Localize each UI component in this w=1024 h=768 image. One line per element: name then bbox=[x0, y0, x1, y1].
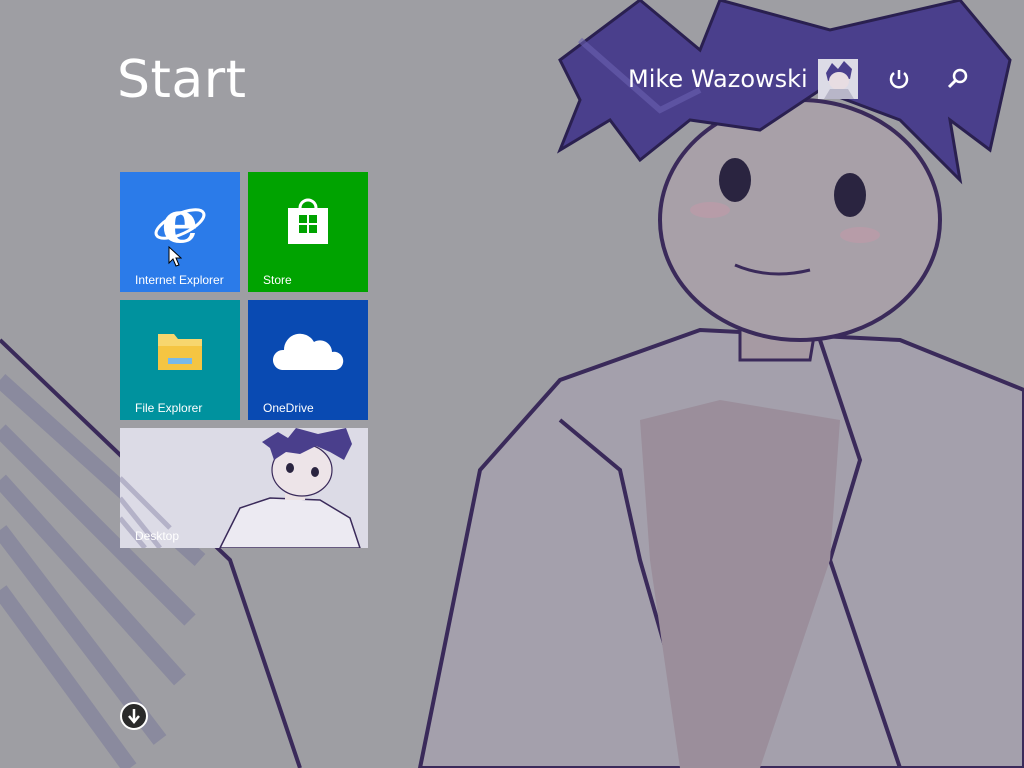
user-avatar bbox=[817, 59, 858, 99]
cloud-icon bbox=[272, 333, 344, 370]
tile-label: Store bbox=[263, 273, 292, 287]
tile-file-explorer[interactable]: File Explorer bbox=[120, 300, 240, 420]
tile-label: File Explorer bbox=[135, 401, 203, 415]
tile-desktop[interactable]: Desktop bbox=[120, 428, 368, 548]
user-account-button[interactable]: Mike Wazowski bbox=[628, 59, 858, 99]
arrow-down-circle-icon[interactable] bbox=[119, 701, 149, 731]
tile-label: Internet Explorer bbox=[135, 273, 224, 287]
start-screen-title: Start bbox=[117, 50, 247, 110]
tile-store[interactable]: Store bbox=[248, 172, 368, 292]
power-icon[interactable] bbox=[884, 64, 914, 94]
tile-onedrive[interactable]: OneDrive bbox=[248, 300, 368, 420]
internet-explorer-icon: e bbox=[154, 192, 206, 252]
search-icon[interactable] bbox=[943, 64, 973, 94]
user-name: Mike Wazowski bbox=[628, 65, 808, 93]
tile-label: Desktop bbox=[135, 529, 180, 543]
tile-label: OneDrive bbox=[263, 401, 314, 415]
folder-icon bbox=[158, 334, 202, 370]
store-bag-icon bbox=[288, 198, 328, 244]
tile-internet-explorer[interactable]: e Internet Explorer bbox=[120, 172, 240, 292]
svg-text:e: e bbox=[162, 192, 199, 252]
